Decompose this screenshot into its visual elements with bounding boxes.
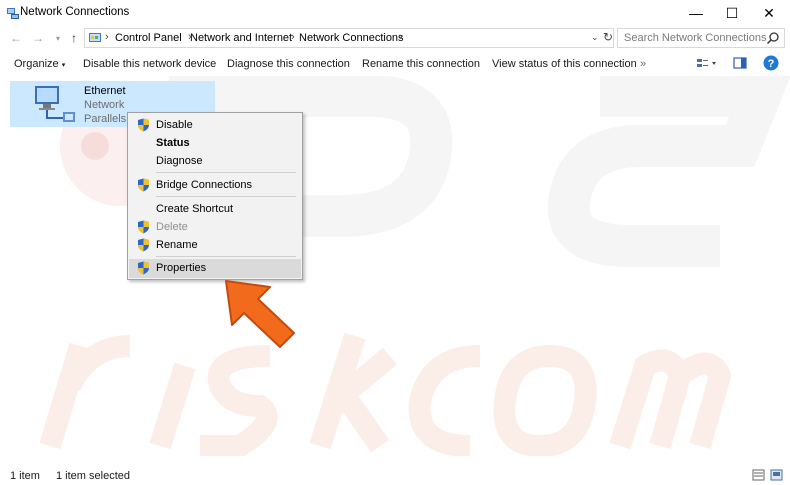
- search-box[interactable]: Search Network Connections: [617, 28, 785, 48]
- ethernet-adapter-icon: [35, 86, 75, 122]
- menu-item-rename[interactable]: Rename: [129, 236, 301, 254]
- menu-item-diagnose[interactable]: Diagnose: [129, 152, 301, 170]
- title-bar: Network Connections — ☐ ✕: [0, 0, 790, 26]
- up-button[interactable]: ↑: [66, 30, 82, 46]
- search-placeholder: Search Network Connections: [624, 32, 767, 44]
- control-panel-icon: [89, 33, 101, 42]
- menu-item-label: Bridge Connections: [156, 179, 253, 191]
- maximize-button[interactable]: ☐: [714, 0, 750, 26]
- view-status-button[interactable]: View status of this connection: [492, 58, 637, 70]
- back-button[interactable]: ←: [8, 30, 24, 46]
- rename-connection-button[interactable]: Rename this connection: [362, 58, 480, 70]
- preview-pane-icon[interactable]: [733, 57, 747, 70]
- forward-arrow-icon: →: [32, 31, 44, 45]
- address-bar[interactable]: › Control Panel › Network and Internet ›…: [84, 28, 614, 48]
- search-icon[interactable]: [766, 31, 780, 45]
- menu-item-label: Disable: [156, 119, 193, 131]
- window-title: Network Connections: [20, 6, 130, 18]
- menu-item-label: Rename: [156, 239, 198, 251]
- menu-item-delete[interactable]: Delete: [129, 218, 301, 236]
- menu-item-create-shortcut[interactable]: Create Shortcut: [129, 200, 301, 218]
- change-view-icon[interactable]: [696, 57, 718, 71]
- breadcrumb-network-and-internet[interactable]: Network and Internet: [190, 32, 292, 44]
- breadcrumb-control-panel[interactable]: Control Panel: [115, 32, 182, 44]
- shield-icon: [138, 238, 149, 252]
- status-bar: 1 item 1 item selected: [0, 466, 790, 485]
- address-dropdown-icon[interactable]: ⌄: [591, 32, 599, 43]
- watermark-text: [0, 76, 1, 77]
- large-icons-view-icon[interactable]: [770, 469, 783, 481]
- address-row: ← → ▾ ↑ › Control Panel › Network and In…: [0, 26, 790, 50]
- diagnose-connection-button[interactable]: Diagnose this connection: [227, 58, 350, 70]
- menu-separator: [156, 256, 296, 257]
- help-icon[interactable]: ?: [763, 55, 779, 71]
- ethernet-status: Network: [84, 99, 125, 111]
- menu-item-label: Status: [156, 137, 190, 149]
- menu-item-disable[interactable]: Disable: [129, 116, 301, 134]
- menu-item-label: Properties: [156, 262, 207, 274]
- details-view-icon[interactable]: [752, 469, 765, 481]
- recent-locations-button[interactable]: ▾: [50, 30, 66, 46]
- breadcrumb-separator: ›: [399, 31, 403, 43]
- shield-icon: [138, 118, 149, 132]
- menu-item-label: Delete: [156, 221, 188, 233]
- up-arrow-icon: ↑: [71, 31, 77, 45]
- menu-separator: [156, 196, 296, 197]
- more-commands-icon[interactable]: »: [640, 58, 646, 70]
- breadcrumb-separator: ›: [105, 31, 109, 43]
- chevron-down-icon: ▾: [61, 62, 66, 69]
- shield-icon: [138, 178, 149, 192]
- minimize-button[interactable]: —: [678, 0, 714, 26]
- menu-item-bridge-connections[interactable]: Bridge Connections: [129, 176, 301, 194]
- menu-item-label: Diagnose: [156, 155, 203, 167]
- forward-button[interactable]: →: [30, 30, 46, 46]
- maximize-icon: ☐: [725, 4, 739, 21]
- content-pane[interactable]: Ethernet Network Parallels E: [0, 76, 790, 461]
- breadcrumb-separator: ›: [291, 31, 295, 43]
- close-button[interactable]: ✕: [751, 0, 787, 26]
- selected-count: 1 item selected: [56, 470, 130, 482]
- minimize-icon: —: [689, 5, 703, 21]
- organize-menu[interactable]: Organize ▾: [14, 58, 65, 70]
- menu-item-status[interactable]: Status: [129, 134, 301, 152]
- command-bar: Organize ▾ Disable this network device D…: [0, 53, 790, 75]
- back-arrow-icon: ←: [10, 31, 22, 45]
- menu-separator: [156, 172, 296, 173]
- breadcrumb-network-connections[interactable]: Network Connections: [299, 32, 404, 44]
- ethernet-name: Ethernet: [84, 85, 126, 97]
- item-count: 1 item: [10, 470, 40, 482]
- chevron-down-icon: ▾: [55, 33, 60, 43]
- annotation-arrow-icon: [225, 280, 295, 348]
- disable-device-button[interactable]: Disable this network device: [83, 58, 216, 70]
- context-menu: Disable Status Diagnose Bridge Connectio…: [127, 112, 303, 280]
- svg-text:?: ?: [768, 58, 775, 70]
- network-connections-icon: [7, 8, 19, 19]
- watermark-text-art: [39, 332, 732, 456]
- close-icon: ✕: [763, 4, 775, 21]
- menu-item-label: Create Shortcut: [156, 203, 234, 215]
- shield-icon: [138, 220, 149, 234]
- shield-icon: [138, 261, 149, 275]
- refresh-icon[interactable]: ↻: [603, 30, 613, 44]
